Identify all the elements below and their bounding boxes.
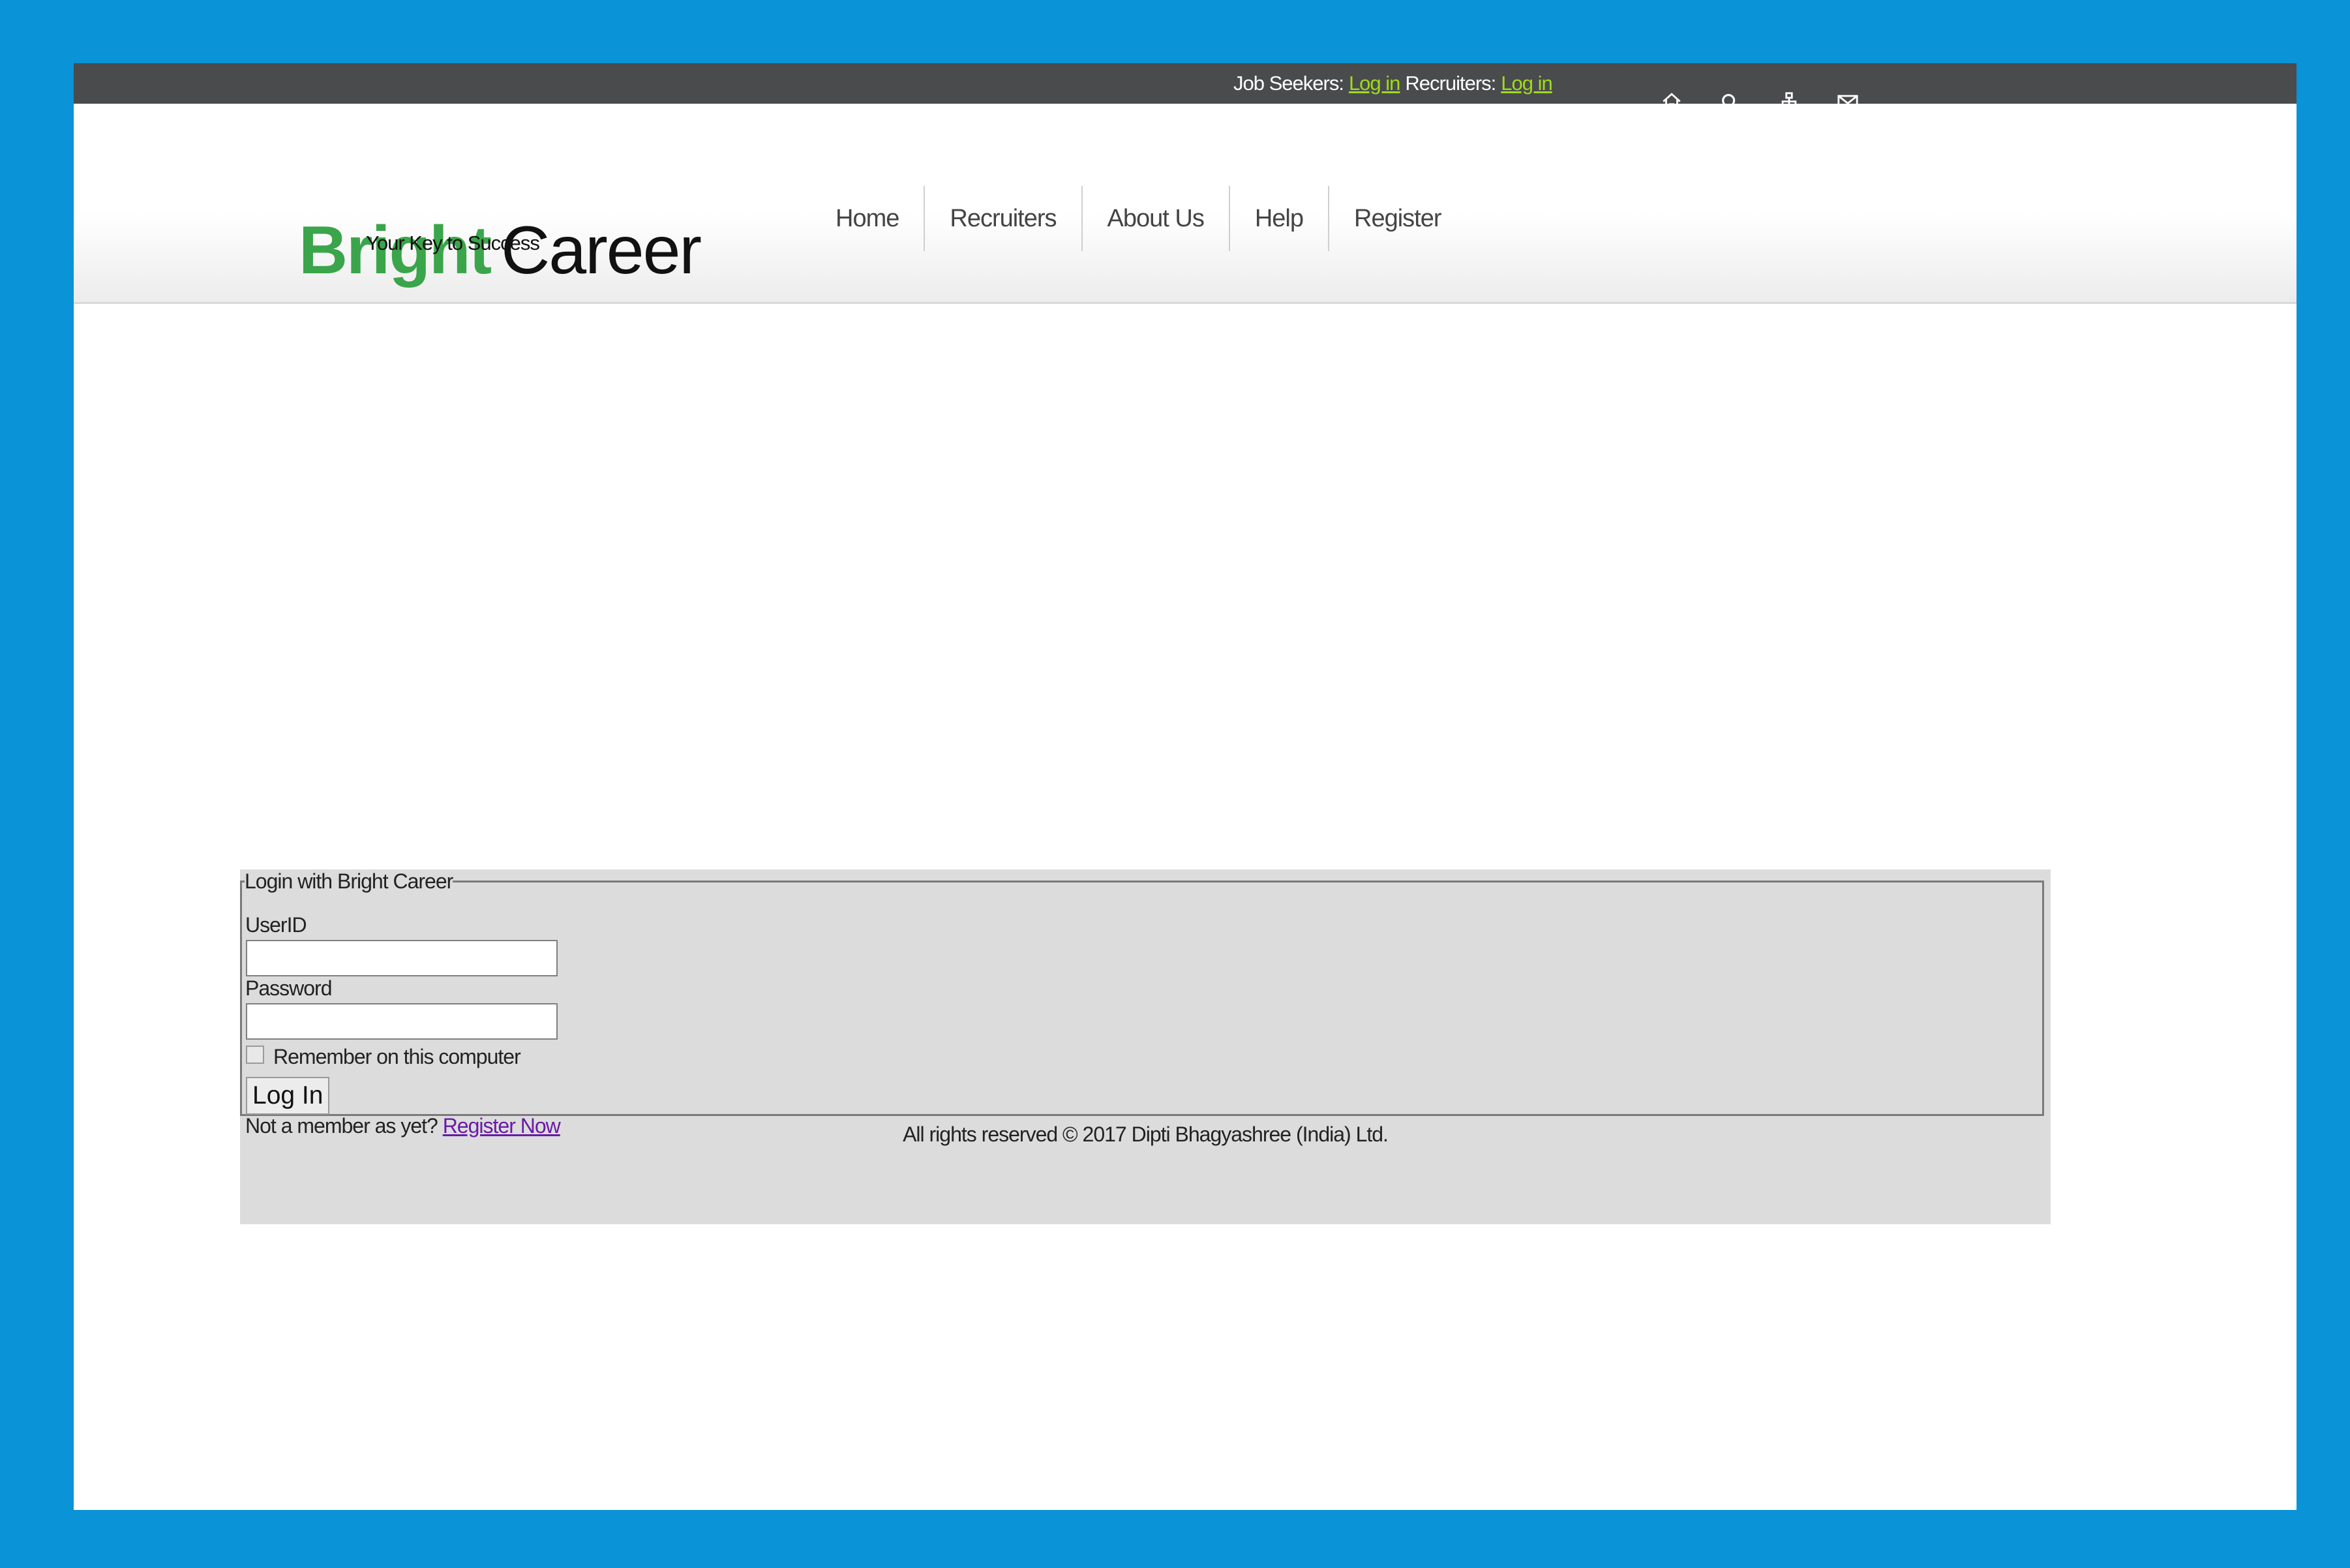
nav-about-us[interactable]: About Us — [1081, 186, 1229, 251]
remember-checkbox[interactable] — [246, 1046, 264, 1064]
login-panel: Login with Bright Career UserID Password… — [240, 869, 2051, 1224]
password-input[interactable] — [246, 1003, 558, 1040]
login-fieldset: Login with Bright Career UserID Password… — [240, 869, 2044, 1138]
nav-register[interactable]: Register — [1328, 186, 1466, 251]
recruiters-login-link[interactable]: Log in — [1501, 72, 1552, 95]
browser-page: Job Seekers: Log in Recruiters: Log in B… — [74, 63, 2297, 1510]
nav-home[interactable]: Home — [811, 186, 924, 251]
nav-help[interactable]: Help — [1228, 186, 1328, 251]
main-nav: Home Recruiters About Us Help Register — [811, 186, 1466, 251]
login-button[interactable]: Log In — [246, 1077, 330, 1115]
site-header: Bright Career Your Key to Success Home R… — [74, 104, 2297, 304]
remember-label: Remember on this computer — [273, 1045, 521, 1068]
userid-input[interactable] — [246, 940, 558, 976]
job-seekers-login-link[interactable]: Log in — [1349, 72, 1400, 95]
tagline: Your Key to Success — [366, 232, 540, 254]
top-login-links: Job Seekers: Log in Recruiters: Log in — [1233, 67, 1553, 100]
top-bar: Job Seekers: Log in Recruiters: Log in — [74, 63, 2297, 104]
password-label: Password — [245, 976, 332, 1000]
job-seekers-label: Job Seekers: — [1233, 72, 1344, 95]
userid-label: UserID — [245, 913, 307, 937]
login-legend: Login with Bright Career — [245, 869, 453, 893]
nav-recruiters[interactable]: Recruiters — [924, 186, 1081, 251]
recruiters-label: Recruiters: — [1405, 72, 1496, 95]
copyright-text: All rights reserved © 2017 Dipti Bhagyas… — [903, 1123, 1389, 1146]
